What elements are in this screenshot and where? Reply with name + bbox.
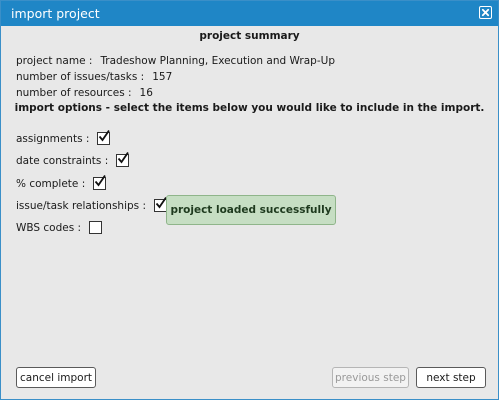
project-name-label: project name :	[16, 55, 93, 67]
dialog-title: import project	[11, 6, 100, 21]
issues-count-value: 157	[152, 71, 173, 83]
assignments-checkbox[interactable]	[97, 129, 111, 145]
option-label: % complete :	[16, 177, 86, 190]
resources-count-value: 16	[139, 87, 153, 99]
previous-step-button[interactable]: previous step	[332, 367, 409, 388]
option-percent-complete: % complete :	[16, 174, 107, 190]
option-wbs-codes: WBS codes :	[16, 221, 103, 234]
option-label: assignments :	[16, 132, 90, 145]
option-task-relationships: issue/task relationships :	[16, 196, 168, 212]
status-message: project loaded successfully	[166, 195, 336, 225]
dialog-titlebar: import project	[1, 1, 498, 26]
cancel-import-button[interactable]: cancel import	[16, 367, 96, 388]
issues-count-row: number of issues/tasks : 157	[16, 71, 172, 83]
option-label: date constraints :	[16, 154, 109, 167]
project-name-row: project name : Tradeshow Planning, Execut…	[16, 55, 335, 67]
project-summary-heading: project summary	[199, 30, 300, 42]
percent-complete-checkbox[interactable]	[93, 174, 107, 190]
import-project-dialog: import project project summary project n…	[0, 0, 499, 400]
option-label: WBS codes :	[16, 221, 82, 234]
next-step-button[interactable]: next step	[416, 367, 486, 388]
date-constraints-checkbox[interactable]	[116, 151, 130, 167]
project-name-value: Tradeshow Planning, Execution and Wrap-U…	[100, 55, 335, 67]
close-icon[interactable]	[479, 6, 492, 19]
resources-count-row: number of resources : 16	[16, 87, 153, 99]
issues-count-label: number of issues/tasks :	[16, 71, 145, 83]
import-options-heading: import options - select the items below …	[14, 102, 485, 114]
option-date-constraints: date constraints :	[16, 151, 130, 167]
wbs-codes-checkbox[interactable]	[89, 221, 103, 234]
resources-count-label: number of resources :	[16, 87, 132, 99]
option-label: issue/task relationships :	[16, 199, 147, 212]
option-assignments: assignments :	[16, 129, 111, 145]
